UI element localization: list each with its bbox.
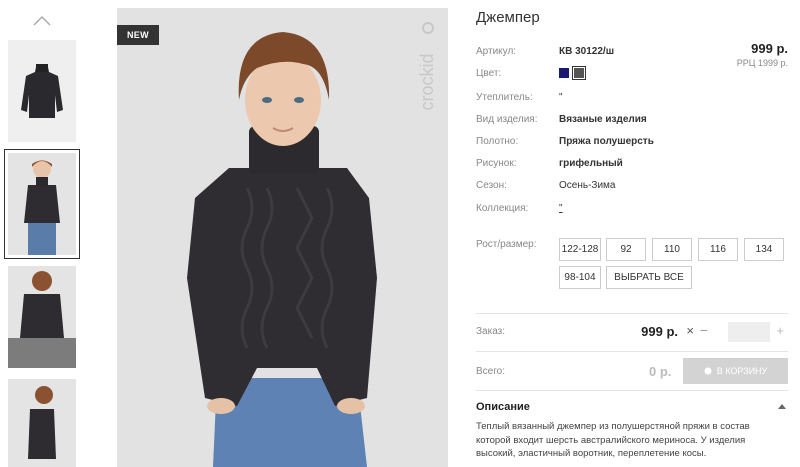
quantity-increase-button[interactable]: + (776, 323, 784, 338)
attr-article: Артикул: КВ 30122/ш (476, 46, 736, 60)
attr-item-type: Вид изделия: Вязаные изделия (476, 114, 736, 128)
divider (476, 351, 788, 352)
attr-value: Пряжа полушерсть (559, 136, 654, 147)
total-label: Всего: (476, 366, 505, 377)
attr-value: грифельный (559, 158, 623, 169)
thumbnail-1[interactable] (8, 40, 76, 142)
attr-value: " (559, 92, 563, 103)
attr-color: Цвет: (476, 66, 736, 82)
total-price: 0 р. (649, 364, 672, 379)
attr-fabric: Полотно: Пряжа полушерсть (476, 136, 736, 150)
main-product-image[interactable]: NEW crockid (117, 8, 448, 467)
attr-value: Вязаные изделия (559, 114, 647, 125)
attr-label: Рисунок: (476, 158, 517, 169)
color-swatches (559, 66, 586, 81)
size-option-92[interactable]: 92 (606, 238, 646, 261)
description-text: Теплый вязанный джемпер из полушерстяной… (476, 421, 750, 459)
collapse-caret-icon[interactable] (778, 403, 786, 409)
attr-label: Полотно: (476, 136, 519, 147)
total-row: Всего: 0 р. В КОРЗИНУ (476, 358, 788, 384)
chevron-up-icon[interactable] (33, 14, 51, 26)
order-row: Заказ: 999 р. × − + (476, 320, 788, 344)
order-label: Заказ: (476, 326, 506, 337)
price-block: 999 р. РРЦ 1999 р. (737, 41, 788, 68)
attr-pattern: Рисунок: грифельный (476, 158, 736, 172)
svg-text:crockid: crockid (417, 53, 437, 110)
attr-value: КВ 30122/ш (559, 46, 615, 57)
size-option-134[interactable]: 134 (744, 238, 784, 261)
attr-insulation: Утеплитель: " (476, 92, 736, 106)
times-icon: × (686, 323, 694, 338)
sweater-flat-image (8, 40, 76, 142)
size-option-116[interactable]: 116 (698, 238, 738, 261)
attr-label: Утеплитель: (476, 92, 533, 103)
price: 999 р. (751, 41, 788, 56)
description-title: Описание (476, 401, 530, 413)
size-option-98-104[interactable]: 98-104 (559, 266, 601, 289)
add-to-cart-button[interactable]: В КОРЗИНУ (683, 358, 788, 384)
size-option-110[interactable]: 110 (652, 238, 692, 261)
thumbnail-strip (0, 0, 86, 467)
cart-icon (704, 367, 712, 375)
rrp-price: РРЦ 1999 р. (736, 58, 788, 68)
thumbnail-2[interactable] (4, 149, 80, 259)
divider (476, 313, 788, 314)
attr-label: Артикул: (476, 46, 517, 57)
add-to-cart-label: В КОРЗИНУ (716, 366, 768, 376)
attr-label: Сезон: (476, 180, 507, 191)
sizes-label: Рост/размер: (476, 239, 537, 250)
quantity-decrease-button[interactable]: − (700, 322, 708, 338)
attr-value[interactable]: " (559, 203, 563, 214)
thumbnail-4[interactable] (8, 379, 76, 467)
brand-logo-icon: crockid (417, 22, 437, 111)
new-badge: NEW (117, 25, 159, 45)
model-back-image (8, 266, 76, 368)
color-swatch-navy[interactable] (559, 68, 569, 79)
color-swatch-graphite[interactable] (571, 66, 586, 81)
product-info-panel: Джемпер 999 р. РРЦ 1999 р. Артикул: КВ 3… (476, 0, 788, 467)
product-title: Джемпер (476, 9, 540, 26)
attr-collection: Коллекция: " (476, 203, 736, 217)
select-all-sizes-button[interactable]: ВЫБРАТЬ ВСЕ (606, 266, 692, 289)
size-option-122-128[interactable]: 122-128 (559, 238, 601, 261)
quantity-input[interactable] (728, 322, 770, 342)
divider (476, 390, 788, 391)
attr-season: Сезон: Осень-Зима (476, 180, 736, 194)
attr-label: Вид изделия: (476, 114, 538, 125)
thumbnail-3[interactable] (8, 266, 76, 368)
model-side-image (8, 379, 76, 467)
attr-label: Цвет: (476, 68, 502, 79)
model-front-image (8, 153, 76, 255)
model-photo (117, 8, 448, 467)
attr-value: Осень-Зима (559, 180, 616, 191)
order-price: 999 р. (641, 324, 678, 339)
attr-label: Коллекция: (476, 203, 529, 214)
